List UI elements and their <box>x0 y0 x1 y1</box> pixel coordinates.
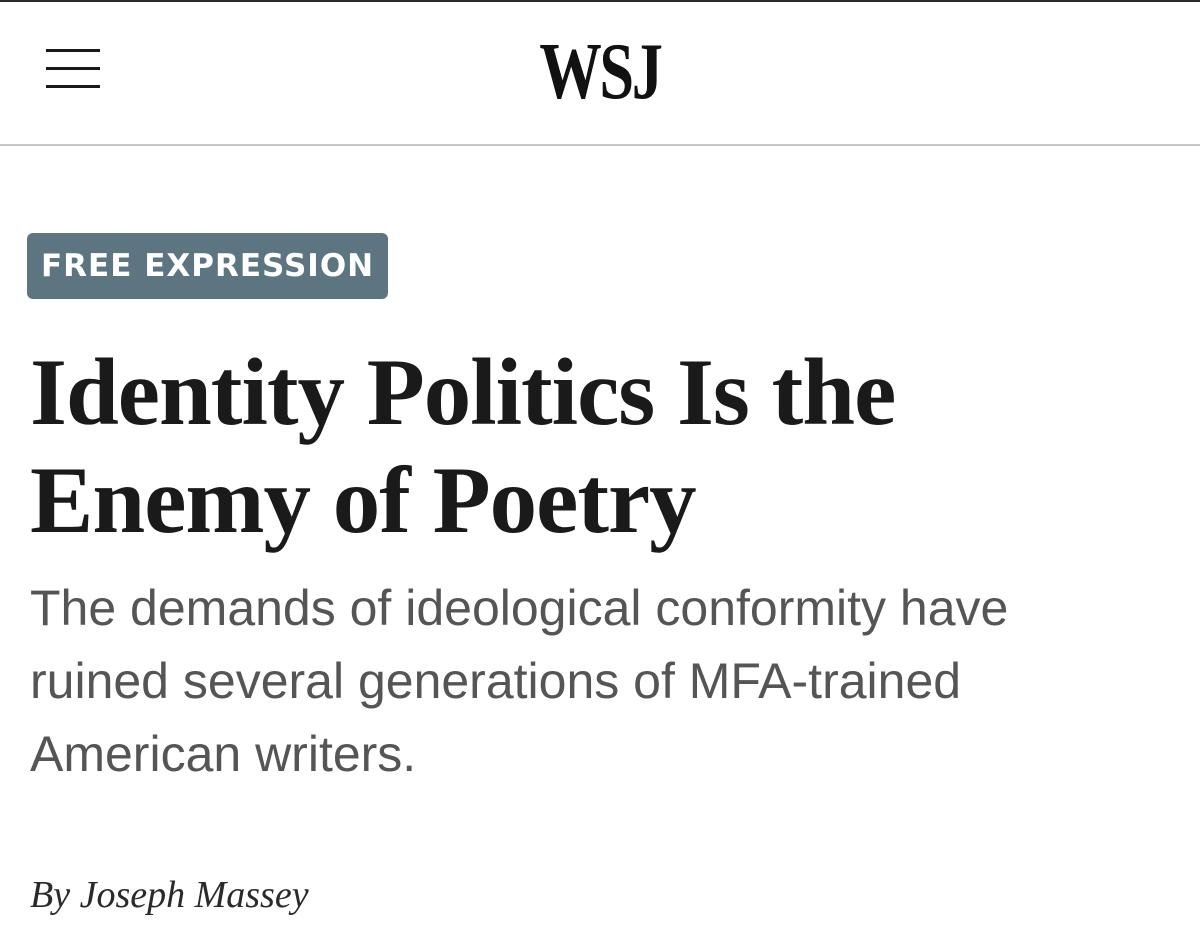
menu-button[interactable] <box>40 42 106 96</box>
section-badge[interactable]: FREE EXPRESSION <box>27 233 389 299</box>
wsj-logo[interactable]: WSJ <box>522 32 678 112</box>
dek-line: American writers. <box>30 726 417 782</box>
byline: By Joseph Massey <box>30 870 309 920</box>
header-divider <box>0 144 1200 146</box>
article-dek: The demands of ideological conformity ha… <box>30 572 1160 791</box>
headline: Identity Politics Is the Enemy of Poetry <box>30 338 1160 554</box>
headline-line: Enemy of Poetry <box>30 447 697 553</box>
dek-line: The demands of ideological conformity ha… <box>30 580 1009 636</box>
dek-line: ruined several generations of MFA-traine… <box>30 653 962 709</box>
author-link[interactable]: Joseph Massey <box>80 874 309 916</box>
byline-prefix: By <box>30 874 71 916</box>
site-header: WSJ <box>0 2 1200 144</box>
headline-line: Identity Politics Is the <box>30 339 896 445</box>
